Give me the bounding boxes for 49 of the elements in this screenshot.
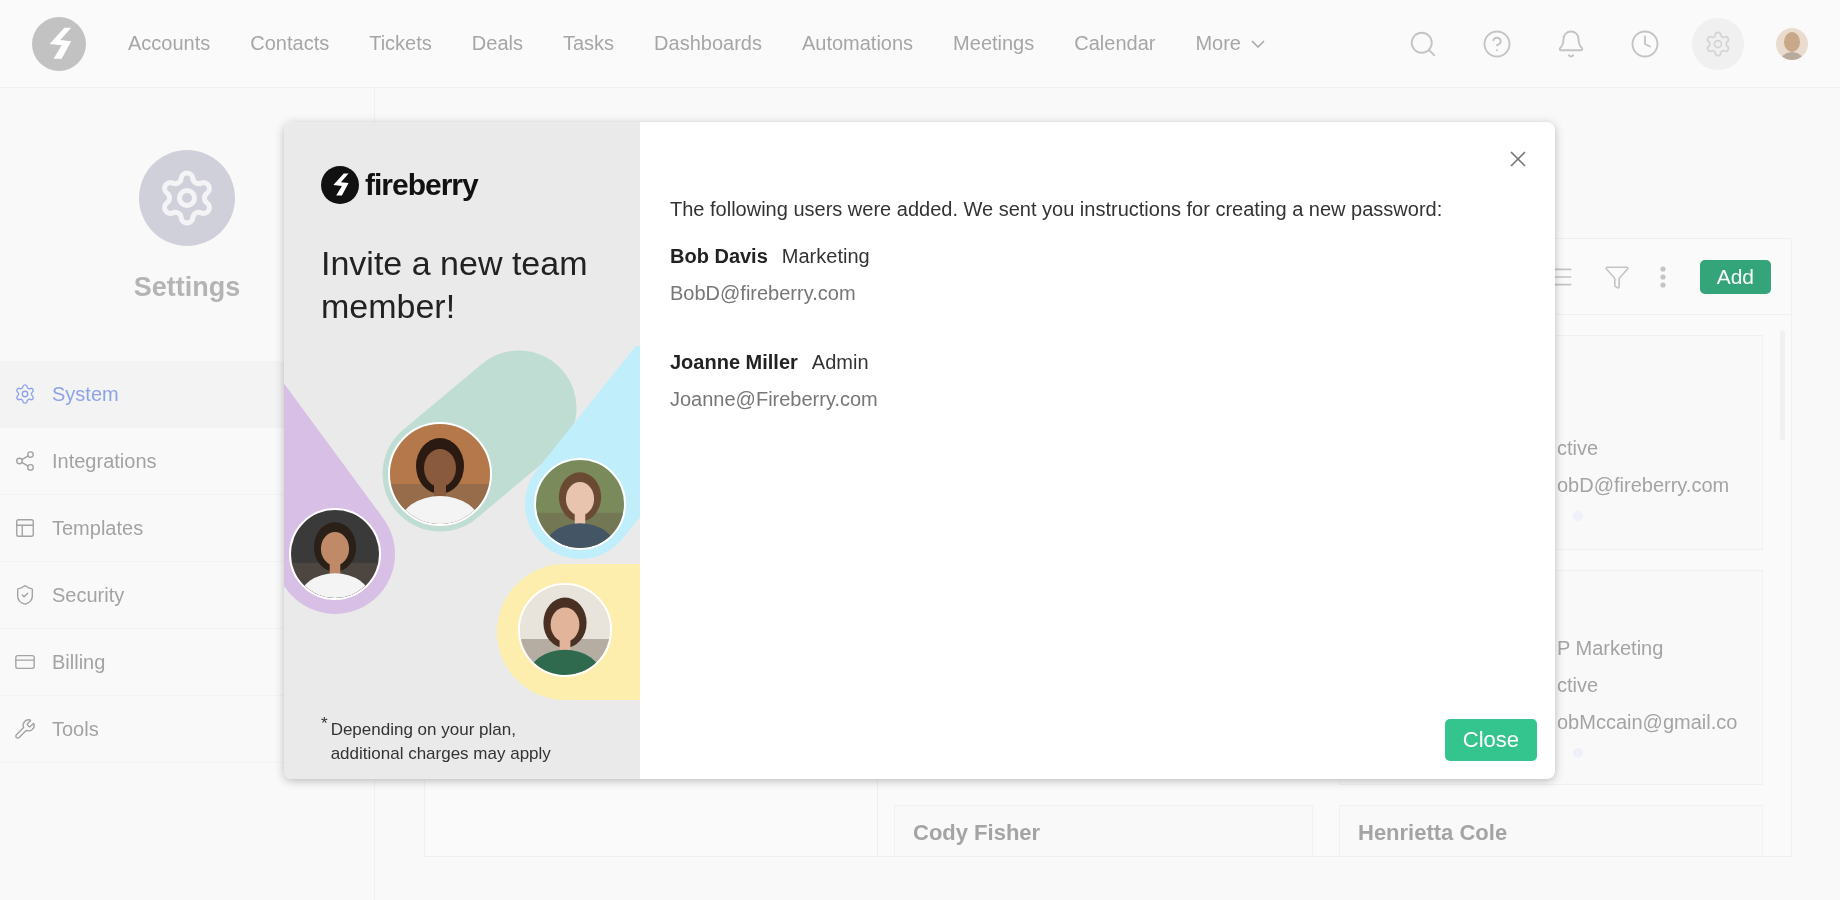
user-name: Bob Davis	[670, 245, 768, 268]
shield-icon	[14, 584, 36, 606]
more-menu[interactable]: More	[1195, 32, 1265, 55]
brand-logo-icon	[321, 166, 359, 204]
user-role: Marketing	[781, 245, 870, 268]
chevron-icon	[1251, 39, 1265, 48]
add-button[interactable]: Add	[1699, 259, 1771, 294]
nav-link[interactable]: Dashboards	[654, 32, 762, 55]
dialog-message: The following users were added. We sent you instructions for creating a new password:	[670, 198, 1444, 221]
nav-link[interactable]: Tasks	[562, 32, 615, 55]
user-email: Joanne@Fireberry.com	[670, 388, 879, 411]
nav-link[interactable]: Calendar	[1074, 32, 1156, 55]
user-role: Admin	[811, 351, 869, 374]
filter-button[interactable]	[1603, 263, 1630, 290]
nav-link[interactable]: Accounts	[128, 32, 211, 55]
close-button[interactable]: Close	[1444, 719, 1537, 761]
nav-link[interactable]: Contacts	[250, 32, 330, 55]
user-name: Cody Fisher	[913, 820, 1042, 846]
nav-link[interactable]: Meetings	[953, 32, 1035, 55]
user-name: Henrietta Cole	[1358, 820, 1509, 846]
filter-icon	[1603, 263, 1630, 290]
card-text: P Marketing	[1557, 637, 1665, 660]
wrench-icon	[14, 718, 36, 740]
bell-icon	[1556, 28, 1586, 59]
card-text: obD@fireberry.com	[1557, 474, 1731, 497]
card-text: obMccain@gmail.co	[1557, 711, 1739, 734]
logo-icon	[32, 16, 86, 71]
card-text: ctive	[1557, 437, 1600, 460]
nav-link[interactable]: Automations	[801, 32, 914, 55]
user-email: BobD@fireberry.com	[670, 282, 857, 305]
nav-link[interactable]: Tickets	[369, 32, 432, 55]
footnote-mark: *	[321, 714, 328, 735]
clock-icon	[1630, 28, 1660, 59]
brand-name: fireberry	[365, 168, 478, 202]
help-button[interactable]	[1482, 28, 1512, 59]
kebab-icon	[1659, 265, 1666, 288]
more-options-button[interactable]	[1659, 265, 1666, 288]
promo-heading: Invite a new team member!	[321, 243, 589, 327]
nav-link[interactable]: Deals	[471, 32, 523, 55]
settings-icon	[1704, 29, 1732, 58]
user-name: Joanne Miller	[670, 351, 798, 374]
history-button[interactable]	[1630, 28, 1660, 59]
sidebar-title: Settings	[133, 272, 241, 303]
share-icon	[14, 450, 36, 472]
layout-icon	[14, 517, 36, 539]
notifications-button[interactable]	[1556, 28, 1586, 59]
help-icon	[1482, 28, 1512, 59]
gear-icon	[14, 383, 36, 405]
card-text: ctive	[1557, 674, 1600, 697]
